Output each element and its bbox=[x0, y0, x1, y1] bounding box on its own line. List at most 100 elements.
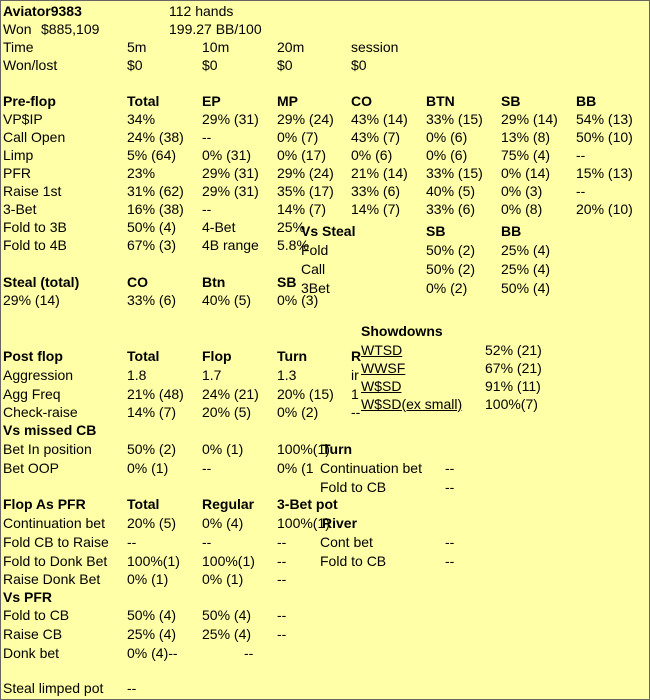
stat-value: 0% (6) bbox=[426, 129, 468, 145]
vs-steal-value: 50% (2) bbox=[426, 261, 476, 277]
river-stat-value: -- bbox=[445, 534, 455, 550]
stat-value: 43% (14) bbox=[351, 111, 408, 127]
turn-stat-label: Fold to CB bbox=[320, 479, 387, 495]
four-bet-label: 4-Bet bbox=[202, 219, 236, 235]
vs-steal-label: Fold bbox=[301, 242, 329, 258]
postflop-col-turn: Turn bbox=[277, 348, 308, 364]
vs-missed-cb-heading: Vs missed CB bbox=[3, 422, 97, 438]
stat-value: 100%(1) bbox=[202, 553, 255, 569]
vs-steal-value: 25% (4) bbox=[501, 261, 551, 277]
postflop-heading: Post flop bbox=[3, 348, 63, 364]
stat-value: 20% (5) bbox=[127, 515, 177, 531]
postflop-col-flop: Flop bbox=[202, 348, 232, 364]
stat-value: 0% (17) bbox=[277, 147, 327, 163]
stat-value: 50% (4) bbox=[127, 607, 177, 623]
stat-value: 75% (4) bbox=[501, 147, 551, 163]
player-name: Aviator9383 bbox=[3, 3, 82, 19]
stat-value: 0% (14) bbox=[501, 165, 551, 181]
fold-to-4b-value: 67% (3) bbox=[127, 237, 177, 253]
stat-value: 14% (7) bbox=[277, 201, 327, 217]
stat-value: 5% (64) bbox=[127, 147, 177, 163]
stat-label: Fold to Donk Bet bbox=[3, 553, 108, 569]
river-stat-label: Cont bet bbox=[320, 534, 373, 550]
fold-to-4b-label: Fold to 4B bbox=[3, 237, 67, 253]
stat-value: 0% (7) bbox=[277, 129, 319, 145]
stat-label: PFR bbox=[3, 165, 31, 181]
postflop-col-total: Total bbox=[127, 348, 160, 364]
fold-to-3b-label: Fold to 3B bbox=[3, 219, 67, 235]
stat-value: 1.7 bbox=[202, 367, 222, 383]
stat-value: 24% (21) bbox=[202, 386, 259, 402]
stat-value: 21% (14) bbox=[351, 165, 408, 181]
stat-value: 20% (15) bbox=[277, 386, 334, 402]
steal-total-heading: Steal (total) bbox=[3, 274, 80, 290]
stat-value: 35% (17) bbox=[277, 183, 334, 199]
stat-value: 23% bbox=[127, 165, 156, 181]
stat-value: 1.8 bbox=[127, 367, 147, 383]
stat-label: Raise 1st bbox=[3, 183, 62, 199]
stat-value: 34% bbox=[127, 111, 156, 127]
showdown-label: W$SD bbox=[361, 378, 402, 394]
showdown-value: 67% (21) bbox=[485, 360, 542, 376]
vs-steal-col-bb: BB bbox=[501, 223, 522, 239]
stat-value: -- bbox=[277, 553, 287, 569]
steal-value: 33% (6) bbox=[127, 292, 177, 308]
flop-pfr-heading: Flop As PFR bbox=[3, 496, 86, 512]
preflop-col-ep: EP bbox=[202, 93, 221, 109]
stat-value: -- bbox=[202, 460, 212, 476]
stat-value: 21% (48) bbox=[127, 386, 184, 402]
stat-value: 15% (13) bbox=[576, 165, 633, 181]
stat-value: 33% (15) bbox=[426, 111, 483, 127]
stat-value: -- bbox=[244, 645, 254, 661]
flop-pfr-col-3bet: 3-Bet pot bbox=[277, 496, 338, 512]
stat-value: 29% (24) bbox=[277, 165, 334, 181]
showdowns-heading: Showdowns bbox=[361, 323, 443, 339]
showdown-value: 52% (21) bbox=[485, 342, 542, 358]
stat-value: 50% (10) bbox=[576, 129, 633, 145]
hands-count: 112 hands bbox=[169, 3, 234, 19]
player-stats-popup: Aviator9383 112 hands Won $885,109 199.2… bbox=[0, 0, 650, 700]
stat-value: 40% (5) bbox=[426, 183, 476, 199]
stat-value: 33% (6) bbox=[351, 183, 401, 199]
stat-value: 33% (15) bbox=[426, 165, 483, 181]
stat-value: 50% (2) bbox=[127, 441, 177, 457]
stat-label: Continuation bet bbox=[3, 515, 105, 531]
postflop-col-river: R bbox=[351, 348, 362, 364]
steal-limped-value: -- bbox=[127, 680, 137, 696]
stat-value: 29% (24) bbox=[277, 111, 334, 127]
preflop-col-bb: BB bbox=[576, 93, 597, 109]
stat-label: Agg Freq bbox=[3, 386, 61, 402]
stat-value: -- bbox=[202, 201, 212, 217]
stat-value: 0% (3) bbox=[501, 183, 543, 199]
preflop-col-btn: BTN bbox=[426, 93, 455, 109]
river-stat-value: -- bbox=[445, 553, 455, 569]
stat-label: Call Open bbox=[3, 129, 66, 145]
wonlost-10m: $0 bbox=[202, 57, 218, 73]
stat-value: -- bbox=[351, 404, 361, 420]
vs-steal-label: Call bbox=[301, 261, 326, 277]
time-col-10m: 10m bbox=[202, 39, 230, 55]
flop-pfr-col-regular: Regular bbox=[202, 496, 255, 512]
bb-per-100: 199.27 BB/100 bbox=[169, 21, 262, 37]
preflop-col-total: Total bbox=[127, 93, 160, 109]
flop-pfr-col-total: Total bbox=[127, 496, 160, 512]
stat-label: 3-Bet bbox=[3, 201, 37, 217]
showdown-label: WWSF bbox=[361, 360, 406, 376]
stat-value: 0% (1) bbox=[127, 571, 169, 587]
preflop-heading: Pre-flop bbox=[3, 93, 56, 109]
stat-value: 29% (31) bbox=[202, 111, 259, 127]
stat-label: Donk bet bbox=[3, 645, 60, 661]
showdown-label: WTSD bbox=[361, 342, 403, 358]
wonlost-5m: $0 bbox=[127, 57, 143, 73]
vs-steal-col-sb: SB bbox=[426, 223, 446, 239]
wonlost-session: $0 bbox=[351, 57, 367, 73]
stat-value: 31% (62) bbox=[127, 183, 184, 199]
vs-pfr-heading: Vs PFR bbox=[3, 589, 53, 605]
stat-value: 0% (1) bbox=[127, 460, 169, 476]
stat-value: 20% (10) bbox=[576, 201, 633, 217]
stat-value: ir bbox=[351, 367, 359, 383]
river-heading: River bbox=[322, 515, 358, 531]
stat-value: 14% (7) bbox=[351, 201, 401, 217]
steal-value: 40% (5) bbox=[202, 292, 252, 308]
stat-value: -- bbox=[576, 147, 586, 163]
